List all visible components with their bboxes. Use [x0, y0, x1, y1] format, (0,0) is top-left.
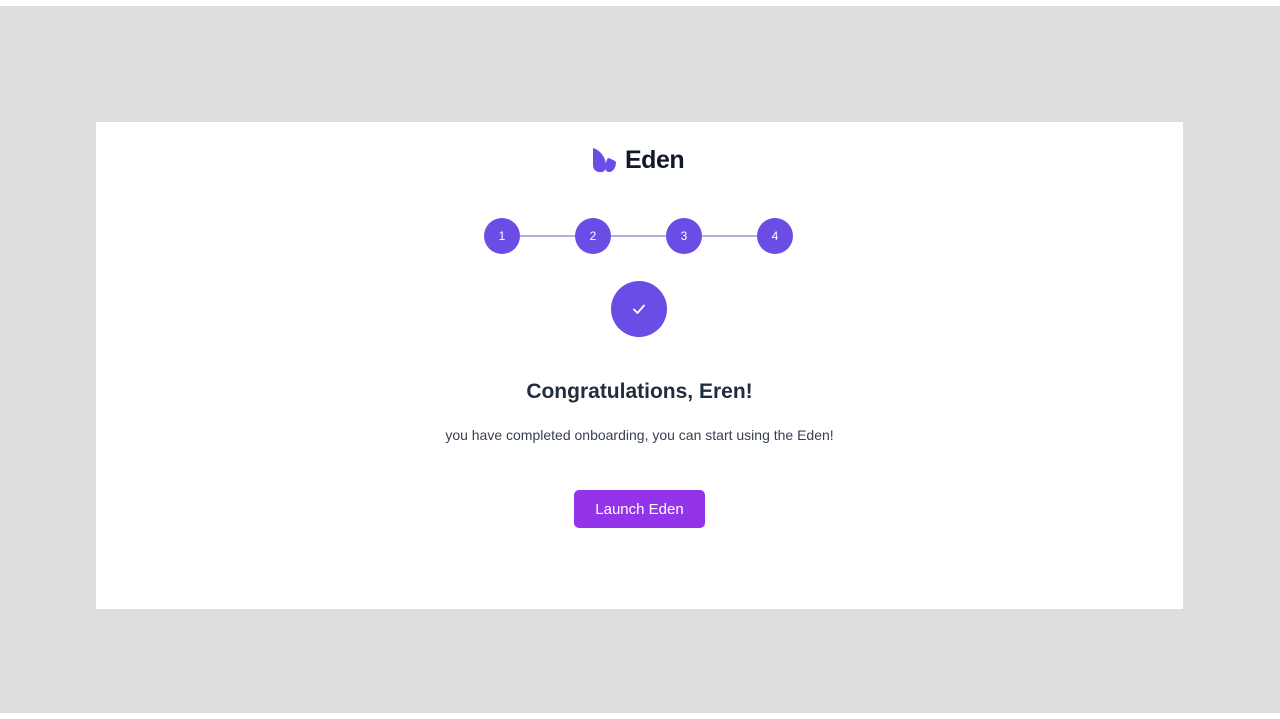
- eden-leaf-icon: [593, 148, 616, 173]
- step-connector: [520, 235, 576, 237]
- onboarding-card: Eden 1 2 3 4 Congratulations, Eren! you …: [96, 122, 1183, 609]
- completion-title: Congratulations, Eren!: [526, 380, 753, 403]
- step-4[interactable]: 4: [757, 218, 793, 254]
- step-2[interactable]: 2: [575, 218, 611, 254]
- brand-logo: Eden: [591, 146, 685, 174]
- completion-badge: [611, 281, 667, 337]
- checkmark-icon: [633, 304, 645, 314]
- completion-message: you have completed onboarding, you can s…: [445, 427, 834, 443]
- step-connector: [611, 235, 667, 237]
- launch-eden-button[interactable]: Launch Eden: [574, 490, 705, 528]
- step-3[interactable]: 3: [666, 218, 702, 254]
- brand-name: Eden: [625, 146, 685, 174]
- page-backdrop: Eden 1 2 3 4 Congratulations, Eren! you …: [0, 6, 1280, 713]
- onboarding-stepper: 1 2 3 4: [484, 218, 794, 254]
- step-1[interactable]: 1: [484, 218, 520, 254]
- step-connector: [702, 235, 758, 237]
